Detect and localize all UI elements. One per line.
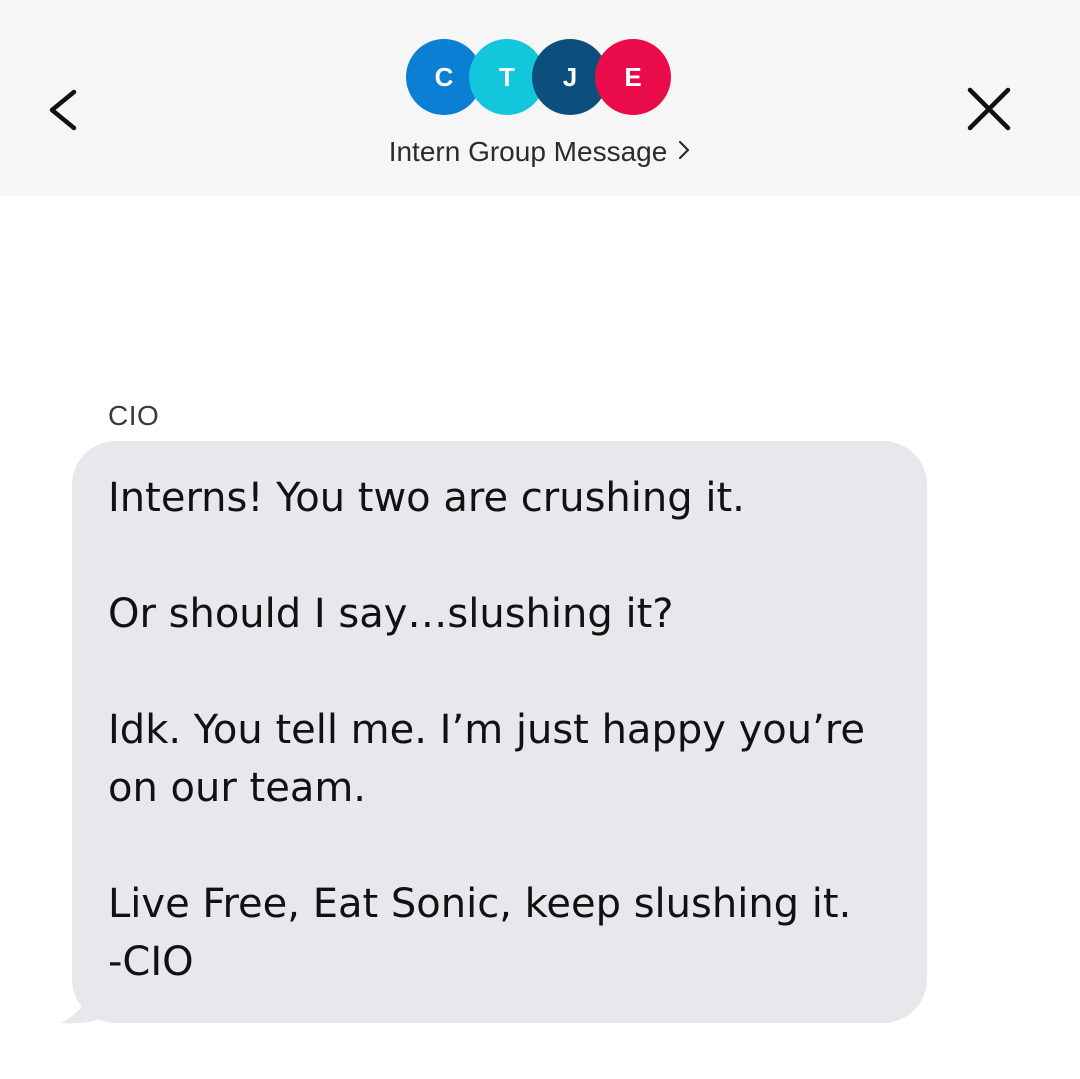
chevron-right-icon — [677, 136, 691, 168]
message-line — [108, 527, 891, 585]
group-name: Intern Group Message — [388, 136, 668, 167]
close-button[interactable] — [956, 80, 1022, 140]
message-bubble[interactable]: Interns! You two are crushing it. Or sho… — [72, 441, 927, 1023]
message-line: Interns! You two are crushing it. — [108, 475, 745, 521]
message-screen: C T J E Intern Group Message CIO Interns… — [0, 0, 1080, 1079]
message-line: on our team. — [108, 765, 367, 811]
sender-name: CIO — [108, 400, 160, 431]
avatar-initial: T — [499, 61, 515, 92]
message-line: Live Free, Eat Sonic, keep slushing it. — [108, 881, 852, 927]
message-line: -CIO — [108, 939, 194, 985]
message-line — [108, 643, 891, 701]
back-button[interactable] — [36, 78, 96, 142]
chevron-left-icon — [49, 89, 77, 131]
message-bubble-wrapper: Interns! You two are crushing it. Or sho… — [56, 441, 932, 1025]
avatar-initial: E — [624, 61, 642, 92]
group-avatars[interactable]: C T J E — [406, 39, 672, 117]
avatar-initial: C — [434, 61, 454, 92]
close-icon — [967, 87, 1011, 131]
group-name-button[interactable]: Intern Group Message — [0, 136, 1080, 170]
message-line — [108, 817, 891, 875]
message-line: Idk. You tell me. I’m just happy you’re — [108, 707, 865, 753]
conversation-header: C T J E Intern Group Message — [0, 0, 1080, 196]
avatar-initial: J — [562, 61, 578, 92]
message-line: Or should I say…slushing it? — [108, 591, 674, 637]
avatar: E — [595, 39, 671, 115]
